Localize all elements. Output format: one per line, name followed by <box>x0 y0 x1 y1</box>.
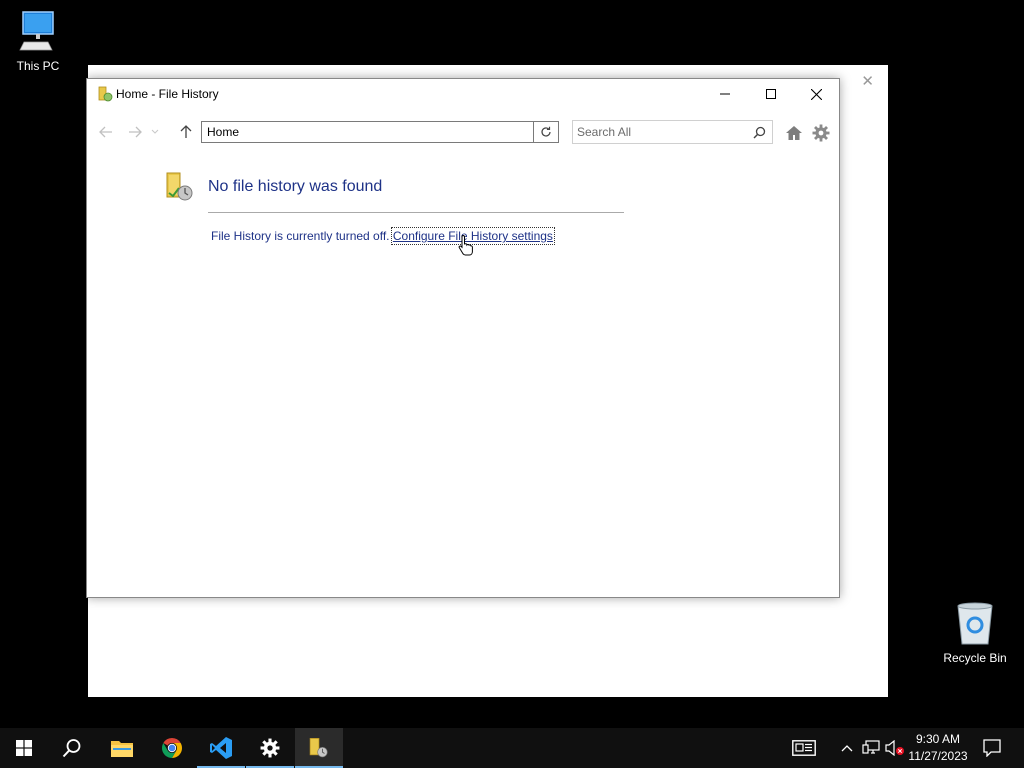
search-icon[interactable] <box>753 126 766 139</box>
clock-time: 9:30 AM <box>915 732 961 746</box>
gear-icon <box>812 124 830 142</box>
home-button[interactable] <box>784 123 804 143</box>
computer-icon <box>19 11 54 51</box>
taskbar-file-history[interactable] <box>295 728 343 768</box>
search-icon <box>62 739 81 758</box>
maximize-icon <box>766 89 776 99</box>
close-button[interactable] <box>793 79 839 109</box>
up-button[interactable] <box>177 123 195 141</box>
news-button[interactable] <box>792 738 816 758</box>
window-title: Home - File History <box>116 87 219 101</box>
address-text: Home <box>207 125 240 139</box>
minimize-button[interactable] <box>702 79 748 109</box>
status-text: File History is currently turned off. <box>211 229 390 243</box>
recycle-bin-icon <box>957 602 993 645</box>
clock-date: 11/27/2023 <box>908 749 968 763</box>
title-bar[interactable]: Home - File History <box>87 79 839 109</box>
start-button[interactable] <box>0 728 48 768</box>
minimize-icon <box>720 93 730 95</box>
status-message: File History is currently turned off. Co… <box>211 227 555 245</box>
close-icon <box>810 88 822 100</box>
news-icon <box>792 740 816 756</box>
file-history-icon <box>309 738 328 758</box>
close-icon[interactable]: ✕ <box>861 72 874 90</box>
desktop-icon-this-pc[interactable]: This PC <box>0 10 76 73</box>
arrow-right-icon <box>129 126 142 138</box>
gear-icon <box>260 738 280 758</box>
chevron-up-icon <box>841 745 853 752</box>
volume-button[interactable] <box>885 738 905 758</box>
network-button[interactable] <box>861 738 881 758</box>
taskbar-clock[interactable]: 9:30 AM 11/27/2023 <box>903 731 973 765</box>
recent-locations-button[interactable] <box>149 123 161 141</box>
file-history-icon <box>166 172 193 201</box>
show-hidden-icons-button[interactable] <box>837 738 857 758</box>
search-box[interactable] <box>572 120 773 144</box>
taskbar-file-explorer[interactable] <box>98 728 146 768</box>
taskbar-settings[interactable] <box>246 728 294 768</box>
chrome-icon <box>162 738 182 758</box>
arrow-left-icon <box>99 126 112 138</box>
back-button[interactable] <box>97 123 115 141</box>
desktop-icon-label: This PC <box>16 59 60 73</box>
windows-logo-icon <box>16 740 32 756</box>
refresh-button[interactable] <box>533 121 559 143</box>
hand-cursor-icon <box>458 234 473 256</box>
folder-icon <box>111 741 133 757</box>
chevron-down-icon <box>151 129 159 134</box>
settings-button[interactable] <box>811 123 831 143</box>
refresh-icon <box>541 126 551 137</box>
vscode-icon <box>210 737 232 759</box>
page-title: No file history was found <box>208 178 383 195</box>
taskbar: 9:30 AM 11/27/2023 <box>0 728 1024 768</box>
divider <box>208 212 624 213</box>
file-history-window: Home - File History Home Search All No f… <box>86 78 840 598</box>
arrow-up-icon <box>180 125 192 138</box>
desktop-icon-label: Recycle Bin <box>943 651 1007 665</box>
search-input[interactable] <box>577 124 747 140</box>
volume-muted-icon <box>885 740 904 756</box>
forward-button[interactable] <box>126 123 144 141</box>
maximize-button[interactable] <box>748 79 794 109</box>
file-history-icon <box>98 86 113 102</box>
action-center-button[interactable] <box>982 738 1002 758</box>
network-icon <box>862 740 880 754</box>
taskbar-vscode[interactable] <box>197 728 245 768</box>
taskbar-chrome[interactable] <box>148 728 196 768</box>
search-button[interactable] <box>48 728 96 768</box>
desktop-icon-recycle-bin[interactable]: Recycle Bin <box>937 602 1013 665</box>
notification-icon <box>983 739 1001 757</box>
address-bar[interactable]: Home <box>201 121 558 143</box>
home-icon <box>786 126 802 140</box>
toolbar: Home <box>87 117 839 147</box>
